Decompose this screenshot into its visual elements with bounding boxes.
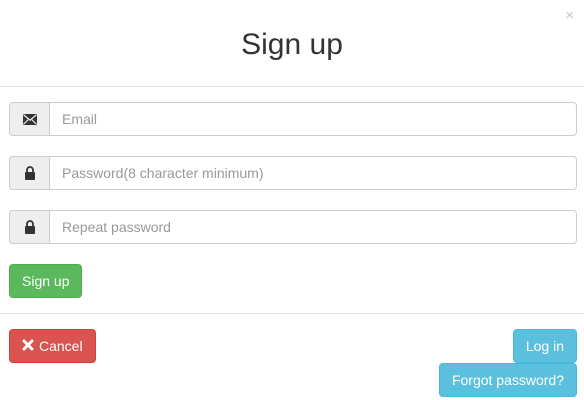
repeat-password-input[interactable] [49,210,577,244]
sign-up-button-label: Sign up [22,273,70,289]
forgot-password-button[interactable]: Forgot password? [438,363,577,397]
cancel-button-label: Cancel [39,338,83,354]
password-input-group [9,156,577,190]
lock-icon [9,156,49,190]
footer-divider [0,313,584,314]
log-in-button[interactable]: Log in [512,329,577,363]
envelope-icon [9,102,49,136]
email-input[interactable] [49,102,577,136]
sign-up-button[interactable]: Sign up [9,264,83,298]
email-input-group [9,102,577,136]
close-icon[interactable]: × [565,8,574,23]
remove-icon [22,329,34,363]
modal-header: × Sign up [0,0,584,87]
lock-icon [9,210,49,244]
log-in-button-label: Log in [525,338,564,354]
cancel-button[interactable]: Cancel [9,329,96,363]
forgot-password-button-label: Forgot password? [451,372,564,388]
repeat-password-input-group [9,210,577,244]
modal-title: Sign up [241,28,343,61]
signup-modal: × Sign up Sign [0,0,584,400]
password-input[interactable] [49,156,577,190]
